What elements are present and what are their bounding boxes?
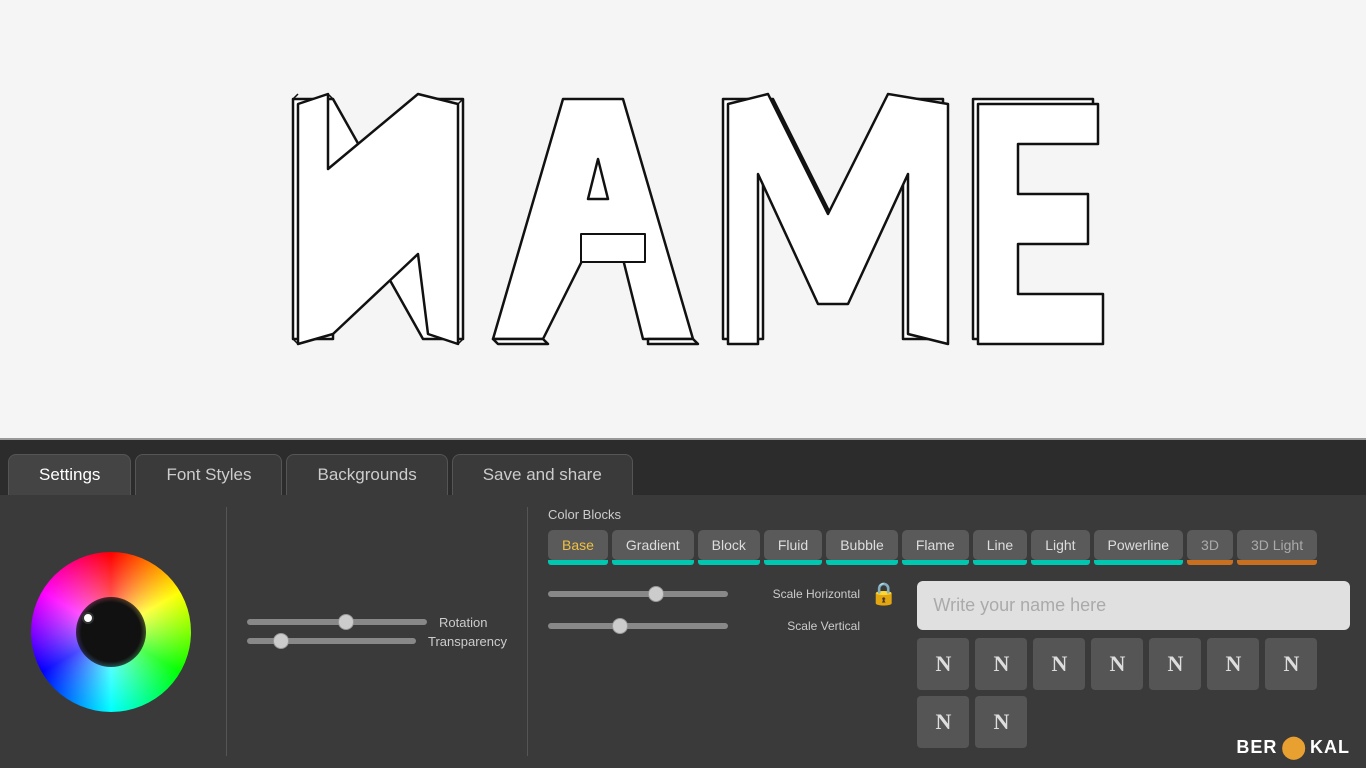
scale-v-label: Scale Vertical	[740, 619, 860, 633]
transparency-thumb[interactable]	[273, 633, 289, 649]
bottom-panel: Settings Font Styles Backgrounds Save an…	[0, 440, 1366, 768]
btn-3d-container: 3D	[1187, 530, 1233, 565]
scale-h-thumb[interactable]	[648, 586, 664, 602]
brand-berry-icon: ⬤	[1281, 734, 1306, 760]
char-btn-3[interactable]: N	[1091, 638, 1143, 690]
char-btn-7[interactable]: N	[917, 696, 969, 748]
rotation-slider[interactable]	[247, 619, 427, 625]
char-btn-1[interactable]: N	[975, 638, 1027, 690]
style-btn-3d[interactable]: 3D	[1187, 530, 1233, 560]
char-btn-5[interactable]: N	[1207, 638, 1259, 690]
transparency-slider[interactable]	[247, 638, 416, 644]
branding: BER ⬤ KAL	[1236, 734, 1350, 760]
btn-bubble-container: Bubble	[826, 530, 898, 565]
name-input[interactable]	[917, 581, 1350, 630]
color-blocks-row: Color Blocks Base Gradient Block	[548, 507, 1350, 565]
style-btn-light[interactable]: Light	[1031, 530, 1089, 560]
style-buttons-container: Base Gradient Block Fluid	[548, 530, 1317, 565]
char-row: N N N N N N N N N	[917, 638, 1350, 748]
brand-text: BER	[1236, 737, 1277, 758]
wheel-handle[interactable]	[82, 612, 94, 624]
btn-fluid-container: Fluid	[764, 530, 822, 565]
tab-save-share[interactable]: Save and share	[452, 454, 633, 495]
graffiti-display	[0, 0, 1366, 438]
indicator-light	[1031, 560, 1089, 565]
style-btn-3dlight[interactable]: 3D Light	[1237, 530, 1317, 560]
tab-settings[interactable]: Settings	[8, 454, 131, 495]
divider-2	[527, 507, 528, 756]
scale-v-thumb[interactable]	[612, 618, 628, 634]
rotation-thumb[interactable]	[338, 614, 354, 630]
btn-flame-container: Flame	[902, 530, 969, 565]
char-btn-4[interactable]: N	[1149, 638, 1201, 690]
btn-gradient-container: Gradient	[612, 530, 694, 565]
graffiti-svg	[233, 39, 1133, 399]
indicator-3dlight	[1237, 560, 1317, 565]
style-btn-flame[interactable]: Flame	[902, 530, 969, 560]
indicator-3d	[1187, 560, 1233, 565]
scale-h-slider[interactable]	[548, 591, 728, 597]
btn-block-container: Block	[698, 530, 760, 565]
settings-controls: Rotation Transparency	[247, 507, 507, 756]
content-area: Rotation Transparency Color Blocks	[0, 495, 1366, 768]
btn-base-container: Base	[548, 530, 608, 565]
btn-light-container: Light	[1031, 530, 1089, 565]
name-input-area: N N N N N N N N N	[917, 581, 1350, 748]
transparency-label: Transparency	[428, 634, 507, 649]
btn-line-container: Line	[973, 530, 1027, 565]
scale-h-label: Scale Horizontal	[740, 587, 860, 601]
style-btn-bubble[interactable]: Bubble	[826, 530, 898, 560]
style-btn-fluid[interactable]: Fluid	[764, 530, 822, 560]
style-btn-line[interactable]: Line	[973, 530, 1027, 560]
color-blocks-label: Color Blocks	[548, 507, 621, 522]
btn-3dlight-container: 3D Light	[1237, 530, 1317, 565]
indicator-fluid	[764, 560, 822, 565]
canvas-area	[0, 0, 1366, 440]
scale-v-slider[interactable]	[548, 623, 728, 629]
color-wheel[interactable]	[31, 552, 191, 712]
indicator-block	[698, 560, 760, 565]
brand-text-2: KAL	[1310, 737, 1350, 758]
style-btn-powerline[interactable]: Powerline	[1094, 530, 1183, 560]
color-wheel-section	[16, 507, 206, 756]
indicator-flame	[902, 560, 969, 565]
indicator-bubble	[826, 560, 898, 565]
char-btn-0[interactable]: N	[917, 638, 969, 690]
font-styles-section: Color Blocks Base Gradient Block	[548, 507, 1350, 756]
indicator-powerline	[1094, 560, 1183, 565]
indicator-base	[548, 560, 608, 565]
tab-font-styles[interactable]: Font Styles	[135, 454, 282, 495]
indicator-line	[973, 560, 1027, 565]
char-btn-6[interactable]: N	[1265, 638, 1317, 690]
color-wheel-overlay	[31, 552, 191, 712]
tab-backgrounds[interactable]: Backgrounds	[286, 454, 447, 495]
indicator-gradient	[612, 560, 694, 565]
char-btn-2[interactable]: N	[1033, 638, 1085, 690]
divider-1	[226, 507, 227, 756]
btn-powerline-container: Powerline	[1094, 530, 1183, 565]
style-btn-gradient[interactable]: Gradient	[612, 530, 694, 560]
style-btn-block[interactable]: Block	[698, 530, 760, 560]
style-btn-base[interactable]: Base	[548, 530, 608, 560]
rotation-label: Rotation	[439, 615, 487, 630]
tabs-row: Settings Font Styles Backgrounds Save an…	[0, 440, 1366, 495]
char-btn-8[interactable]: N	[975, 696, 1027, 748]
lock-icon[interactable]: 🔒	[870, 581, 897, 607]
scale-sliders: Scale Horizontal 🔒 Scale Vertical	[548, 581, 897, 633]
rotation-slider-group: Rotation Transparency	[247, 615, 507, 649]
